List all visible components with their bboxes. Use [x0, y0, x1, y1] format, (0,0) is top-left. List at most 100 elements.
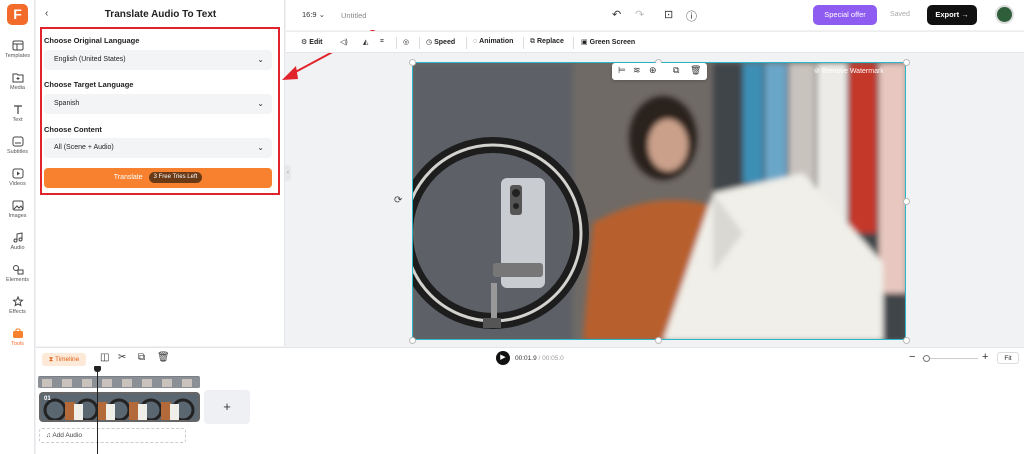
layout-icon [12, 40, 23, 51]
video-clip[interactable]: 01 [39, 392, 200, 422]
green-screen-button[interactable]: ▣ Green Screen [581, 38, 635, 46]
flip-button[interactable]: ◭ [363, 38, 370, 46]
avatar[interactable] [995, 5, 1014, 24]
redo-icon[interactable]: ↷ [635, 8, 644, 21]
undo-icon[interactable]: ↶ [612, 8, 621, 21]
speed-label: Speed [434, 39, 456, 46]
speed-icon: ◷ [426, 39, 433, 46]
toolbar-divider [523, 37, 524, 49]
collapse-panel-handle[interactable]: ‹ [285, 165, 291, 181]
export-button[interactable]: Export → [927, 5, 977, 25]
animation-button[interactable]: ◌ Animation [473, 38, 513, 45]
app-logo[interactable]: F [7, 4, 28, 25]
sidebar-item-label: Subtitles [6, 149, 29, 155]
green-screen-label: Green Screen [589, 39, 636, 46]
video-icon [12, 168, 23, 179]
sidebar-item-label: Media [10, 85, 25, 91]
zoom-out-icon[interactable]: − [909, 351, 915, 363]
sliders-icon: ⚙ [301, 39, 308, 46]
sidebar-item-label: Templates [4, 53, 31, 59]
zoom-in-icon[interactable]: + [982, 351, 988, 363]
scissors-icon[interactable]: ✂ [118, 352, 126, 363]
target-language-select[interactable]: Spanish ⌄ [44, 94, 272, 114]
crop-icon: ⌗ [380, 38, 384, 45]
canvas-floating-toolbar: ⊨ ≋ ⊕ ⧉ 🗑 [612, 63, 707, 80]
add-audio-button[interactable]: ♫ Add Audio [39, 428, 186, 443]
zoom-slider-knob[interactable] [923, 355, 930, 362]
volume-icon: ◁) [340, 39, 348, 46]
remove-watermark-button[interactable]: ⊘ Remove Watermark [814, 67, 884, 75]
export-label: Export [935, 10, 960, 19]
volume-button[interactable]: ◁) [340, 38, 350, 46]
subtitles-icon [12, 136, 23, 147]
timeline-tab-label: Timeline [54, 356, 80, 363]
duplicate-icon[interactable]: ⧉ [673, 65, 679, 76]
resize-handle[interactable] [903, 59, 910, 66]
sidebar-item-audio[interactable]: Audio [0, 232, 35, 251]
edit-button[interactable]: ⚙ Edit [301, 38, 323, 46]
playhead[interactable] [97, 367, 98, 454]
sidebar-item-label: Images [8, 213, 27, 219]
sidebar-item-label: Text [12, 117, 23, 123]
filter-button[interactable]: ◎ [403, 38, 411, 46]
resize-handle[interactable] [903, 337, 910, 344]
split-icon[interactable]: ◫ [100, 352, 109, 363]
align-icon[interactable]: ⊨ [618, 65, 626, 76]
zoom-slider[interactable] [922, 358, 978, 359]
sidebar-item-label: Videos [9, 181, 26, 187]
toolbar-divider [466, 37, 467, 49]
sidebar-item-videos[interactable]: Videos [0, 168, 35, 187]
sidebar-item-images[interactable]: Images [0, 200, 35, 219]
timeline-ruler[interactable] [38, 376, 200, 388]
delete-icon[interactable]: 🗑 [690, 65, 701, 76]
text-icon [13, 105, 22, 114]
replace-icon: ⧉ [530, 38, 535, 45]
original-language-label: Choose Original Language [44, 36, 140, 45]
sidebar-item-label: Audio [10, 245, 25, 251]
video-canvas[interactable] [412, 62, 906, 340]
sidebar-item-text[interactable]: Text [0, 104, 35, 123]
tab-timeline[interactable]: ⧗ Timeline [42, 353, 86, 366]
sidebar-item-label: Effects [9, 309, 26, 315]
timeline-panel: ⧗ Timeline ◫ ✂ ⧉ 🗑 ▶ 00:01.9 / 00:05.0 −… [36, 347, 1024, 454]
play-button[interactable]: ▶ [496, 351, 510, 365]
chevron-down-icon: ⌄ [318, 10, 325, 19]
saved-status: Saved [890, 11, 910, 18]
chevron-down-icon: ⌄ [257, 55, 264, 64]
document-title[interactable]: Untitled [341, 11, 366, 20]
translate-button[interactable]: Translate 3 Free Tries Left [44, 168, 272, 188]
resize-handle[interactable] [903, 198, 910, 205]
sidebar-item-media[interactable]: Media [0, 72, 35, 91]
time-display: 00:01.9 / 00:05.0 [515, 355, 564, 362]
sidebar-item-subtitles[interactable]: Subtitles [0, 136, 35, 155]
layers-icon[interactable]: ≋ [633, 65, 641, 76]
content-select[interactable]: All (Scene + Audio) ⌄ [44, 138, 272, 158]
sidebar-item-tools[interactable]: Tools [0, 328, 35, 347]
fit-button[interactable]: Fit [997, 352, 1019, 364]
rotate-icon[interactable]: ⟳ [394, 195, 402, 206]
toolbar-divider [573, 37, 574, 49]
sidebar-item-effects[interactable]: Effects [0, 296, 35, 315]
resize-handle[interactable] [409, 337, 416, 344]
target-language-value: Spanish [54, 100, 80, 107]
resize-handle[interactable] [409, 59, 416, 66]
sidebar-item-label: Elements [6, 277, 29, 283]
screenshot-icon[interactable]: ⊡ [664, 8, 673, 21]
replace-button[interactable]: ⧉ Replace [530, 38, 564, 46]
duplicate-icon[interactable]: ⧉ [138, 352, 145, 363]
special-offer-button[interactable]: Special offer [813, 5, 877, 25]
help-icon[interactable]: ⓘ [686, 8, 697, 24]
crop-button[interactable]: ⌗ [380, 38, 386, 46]
sidebar-item-label: Tools [11, 341, 24, 347]
lock-icon[interactable]: ⊕ [649, 65, 657, 76]
sidebar-item-elements[interactable]: Elements [0, 264, 35, 283]
resize-handle[interactable] [655, 337, 662, 344]
aspect-ratio-dropdown[interactable]: 16:9 ⌄ [302, 10, 325, 19]
add-clip-button[interactable]: + [204, 390, 250, 424]
sidebar: F Templates Media Text Subtitles Videos … [0, 0, 35, 454]
delete-icon[interactable]: 🗑 [157, 352, 170, 363]
tools-icon [12, 328, 23, 338]
original-language-select[interactable]: English (United States) ⌄ [44, 50, 272, 70]
sidebar-item-templates[interactable]: Templates [0, 40, 35, 59]
speed-button[interactable]: ◷ Speed [426, 38, 455, 46]
